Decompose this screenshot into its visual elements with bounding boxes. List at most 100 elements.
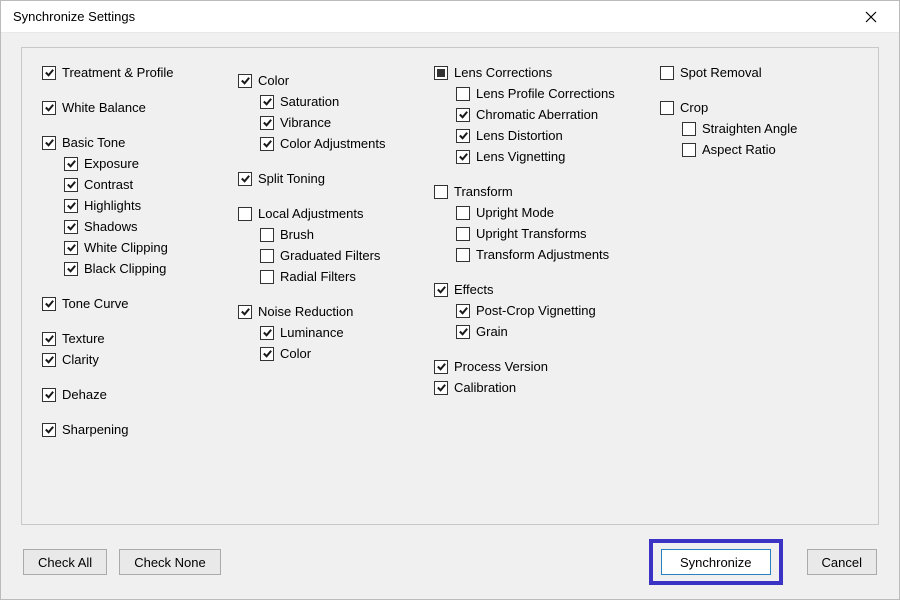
process-version-checkbox[interactable]	[434, 360, 448, 374]
lens-corrections-row[interactable]: Lens Corrections	[434, 62, 634, 83]
process-version-row[interactable]: Process Version	[434, 356, 634, 377]
dehaze-label: Dehaze	[62, 384, 107, 405]
nr-color-checkbox[interactable]	[260, 347, 274, 361]
white-balance-checkbox[interactable]	[42, 101, 56, 115]
split-toning-checkbox[interactable]	[238, 172, 252, 186]
black-clipping-label: Black Clipping	[84, 258, 166, 279]
lens-profile-corrections-row[interactable]: Lens Profile Corrections	[434, 83, 634, 104]
lens-vignetting-checkbox[interactable]	[456, 150, 470, 164]
black-clipping-checkbox[interactable]	[64, 262, 78, 276]
straighten-angle-checkbox[interactable]	[682, 122, 696, 136]
color-row[interactable]: Color	[238, 70, 408, 91]
clarity-row[interactable]: Clarity	[42, 349, 212, 370]
white-balance-row[interactable]: White Balance	[42, 97, 212, 118]
saturation-checkbox[interactable]	[260, 95, 274, 109]
spot-removal-row[interactable]: Spot Removal	[660, 62, 830, 83]
noise-reduction-checkbox[interactable]	[238, 305, 252, 319]
color-checkbox[interactable]	[238, 74, 252, 88]
tone-curve-checkbox[interactable]	[42, 297, 56, 311]
dehaze-checkbox[interactable]	[42, 388, 56, 402]
spot-removal-checkbox[interactable]	[660, 66, 674, 80]
contrast-checkbox[interactable]	[64, 178, 78, 192]
grain-checkbox[interactable]	[456, 325, 470, 339]
black-clipping-row[interactable]: Black Clipping	[42, 258, 212, 279]
color-adjustments-row[interactable]: Color Adjustments	[238, 133, 408, 154]
straighten-angle-row[interactable]: Straighten Angle	[660, 118, 830, 139]
button-row: Check All Check None Synchronize Cancel	[23, 539, 877, 585]
vibrance-checkbox[interactable]	[260, 116, 274, 130]
transform-adjustments-checkbox[interactable]	[456, 248, 470, 262]
transform-adjustments-row[interactable]: Transform Adjustments	[434, 244, 634, 265]
saturation-row[interactable]: Saturation	[238, 91, 408, 112]
upright-transforms-checkbox[interactable]	[456, 227, 470, 241]
treatment-profile-checkbox[interactable]	[42, 66, 56, 80]
nr-color-row[interactable]: Color	[238, 343, 408, 364]
exposure-row[interactable]: Exposure	[42, 153, 212, 174]
dehaze-row[interactable]: Dehaze	[42, 384, 212, 405]
lens-distortion-row[interactable]: Lens Distortion	[434, 125, 634, 146]
radial-filters-label: Radial Filters	[280, 266, 356, 287]
grain-row[interactable]: Grain	[434, 321, 634, 342]
highlights-row[interactable]: Highlights	[42, 195, 212, 216]
radial-filters-row[interactable]: Radial Filters	[238, 266, 408, 287]
aspect-ratio-checkbox[interactable]	[682, 143, 696, 157]
sharpening-row[interactable]: Sharpening	[42, 419, 212, 440]
transform-checkbox[interactable]	[434, 185, 448, 199]
vibrance-row[interactable]: Vibrance	[238, 112, 408, 133]
chromatic-aberration-row[interactable]: Chromatic Aberration	[434, 104, 634, 125]
graduated-filters-checkbox[interactable]	[260, 249, 274, 263]
luminance-checkbox[interactable]	[260, 326, 274, 340]
crop-checkbox[interactable]	[660, 101, 674, 115]
luminance-row[interactable]: Luminance	[238, 322, 408, 343]
color-adjustments-checkbox[interactable]	[260, 137, 274, 151]
highlights-checkbox[interactable]	[64, 199, 78, 213]
clarity-checkbox[interactable]	[42, 353, 56, 367]
brush-checkbox[interactable]	[260, 228, 274, 242]
transform-row[interactable]: Transform	[434, 181, 634, 202]
effects-checkbox[interactable]	[434, 283, 448, 297]
close-button[interactable]	[851, 3, 891, 31]
tone-curve-row[interactable]: Tone Curve	[42, 293, 212, 314]
upright-transforms-row[interactable]: Upright Transforms	[434, 223, 634, 244]
lens-corrections-checkbox[interactable]	[434, 66, 448, 80]
chromatic-aberration-checkbox[interactable]	[456, 108, 470, 122]
lens-vignetting-row[interactable]: Lens Vignetting	[434, 146, 634, 167]
basic-tone-checkbox[interactable]	[42, 136, 56, 150]
crop-row[interactable]: Crop	[660, 97, 830, 118]
lens-distortion-checkbox[interactable]	[456, 129, 470, 143]
upright-mode-checkbox[interactable]	[456, 206, 470, 220]
shadows-checkbox[interactable]	[64, 220, 78, 234]
cancel-button[interactable]: Cancel	[807, 549, 877, 575]
post-crop-vignetting-row[interactable]: Post-Crop Vignetting	[434, 300, 634, 321]
sharpening-checkbox[interactable]	[42, 423, 56, 437]
texture-checkbox[interactable]	[42, 332, 56, 346]
white-clipping-checkbox[interactable]	[64, 241, 78, 255]
effects-row[interactable]: Effects	[434, 279, 634, 300]
treatment-profile-row[interactable]: Treatment & Profile	[42, 62, 212, 83]
contrast-label: Contrast	[84, 174, 133, 195]
check-none-button[interactable]: Check None	[119, 549, 221, 575]
texture-row[interactable]: Texture	[42, 328, 212, 349]
exposure-checkbox[interactable]	[64, 157, 78, 171]
shadows-row[interactable]: Shadows	[42, 216, 212, 237]
local-adjustments-row[interactable]: Local Adjustments	[238, 203, 408, 224]
white-clipping-row[interactable]: White Clipping	[42, 237, 212, 258]
graduated-filters-row[interactable]: Graduated Filters	[238, 245, 408, 266]
noise-reduction-label: Noise Reduction	[258, 301, 353, 322]
synchronize-button[interactable]: Synchronize	[661, 549, 771, 575]
shadows-label: Shadows	[84, 216, 137, 237]
brush-row[interactable]: Brush	[238, 224, 408, 245]
radial-filters-checkbox[interactable]	[260, 270, 274, 284]
local-adjustments-checkbox[interactable]	[238, 207, 252, 221]
basic-tone-row[interactable]: Basic Tone	[42, 132, 212, 153]
split-toning-row[interactable]: Split Toning	[238, 168, 408, 189]
aspect-ratio-row[interactable]: Aspect Ratio	[660, 139, 830, 160]
contrast-row[interactable]: Contrast	[42, 174, 212, 195]
calibration-checkbox[interactable]	[434, 381, 448, 395]
upright-mode-row[interactable]: Upright Mode	[434, 202, 634, 223]
noise-reduction-row[interactable]: Noise Reduction	[238, 301, 408, 322]
check-all-button[interactable]: Check All	[23, 549, 107, 575]
lens-profile-corrections-checkbox[interactable]	[456, 87, 470, 101]
post-crop-vignetting-checkbox[interactable]	[456, 304, 470, 318]
calibration-row[interactable]: Calibration	[434, 377, 634, 398]
